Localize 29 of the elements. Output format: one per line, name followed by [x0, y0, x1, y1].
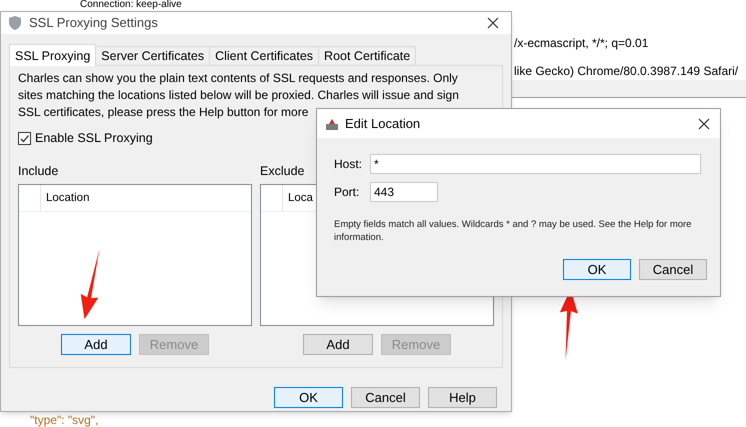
column-header: Loca — [288, 190, 313, 206]
checkbox[interactable] — [18, 132, 31, 145]
dialog-button[interactable]: Add — [61, 334, 131, 355]
field-label: Host: — [334, 156, 364, 173]
dialog-button[interactable]: Add — [303, 334, 373, 355]
dialog-button[interactable]: OK — [274, 387, 343, 408]
checkbox-label: Enable SSL Proxying — [35, 130, 153, 147]
input-field[interactable]: 443 — [370, 182, 438, 202]
list-label: Exclude — [260, 162, 304, 178]
dialog-button[interactable]: Cancel — [639, 259, 707, 280]
tab[interactable]: Root Certificate — [318, 46, 416, 66]
shield-icon — [9, 16, 21, 30]
background-text: /x-ecmascript, */*; q=0.01 — [514, 36, 648, 50]
dialog-button[interactable]: Cancel — [351, 387, 420, 408]
dialog-button[interactable]: Help — [428, 387, 497, 408]
background-text: Connection: keep-alive — [80, 0, 182, 10]
column-header: Location — [46, 190, 90, 206]
hint-text: Empty fields match all values. Wildcards * and ? may be used. See the Help for more information. — [334, 218, 692, 244]
close-icon[interactable] — [487, 17, 499, 29]
dialog-button[interactable]: OK — [563, 259, 631, 280]
background-text: like Gecko) Chrome/80.0.3987.149 Safari/ — [514, 64, 738, 78]
close-icon[interactable] — [698, 118, 710, 130]
app-icon — [325, 116, 339, 130]
field-label: Port: — [334, 184, 360, 201]
tab[interactable]: SSL Proxying — [9, 44, 96, 66]
input-field[interactable]: * — [370, 154, 701, 174]
background-text: "type": "svg", — [30, 413, 98, 427]
list-label: Include — [18, 162, 58, 178]
window-title: SSL Proxying Settings — [29, 14, 159, 32]
